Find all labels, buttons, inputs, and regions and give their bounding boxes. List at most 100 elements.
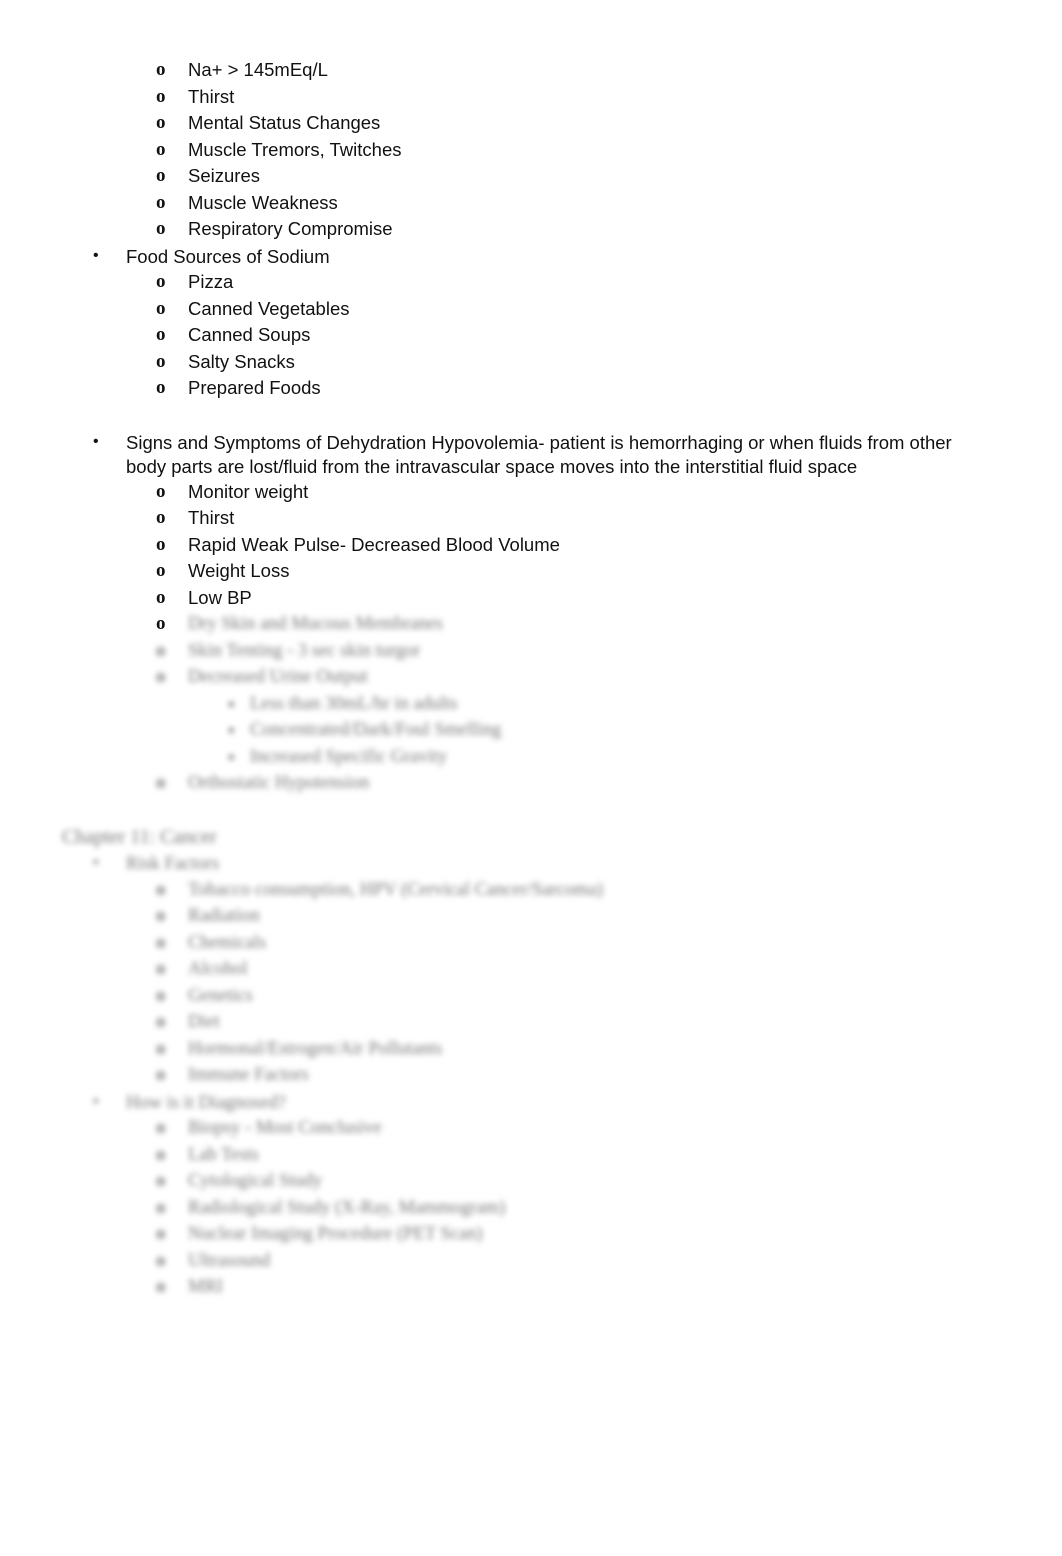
list-item: o Diet xyxy=(0,1009,1062,1036)
list-item: o Rapid Weak Pulse- Decreased Blood Volum… xyxy=(0,532,1062,559)
bullet-icon: o xyxy=(156,666,166,687)
list-item: • Food Sources of Sodium xyxy=(0,243,1062,270)
bullet-icon: o xyxy=(156,772,166,793)
bullet-icon: o xyxy=(156,191,166,213)
list-item: o Alcohol xyxy=(0,956,1062,983)
list-item-text: Canned Soups xyxy=(188,324,311,345)
list-item-text: Na+ > 145mEq/L xyxy=(188,59,328,80)
list-item: o Pizza xyxy=(0,269,1062,296)
bullet-icon: o xyxy=(156,905,166,926)
list-item-text: Radiation xyxy=(188,906,260,926)
list-item-text: Muscle Weakness xyxy=(188,191,338,213)
bullet-icon: o xyxy=(156,507,166,528)
list-item: o Hormonal/Estrogen/Air Pollutants xyxy=(0,1036,1062,1063)
bullet-icon: o xyxy=(156,1196,166,1218)
bullet-icon: • xyxy=(93,1092,99,1110)
list-item-text: Pizza xyxy=(188,271,234,292)
bullet-icon: o xyxy=(156,324,166,345)
list-item: o Chemicals xyxy=(0,930,1062,957)
list-item-text: Respiratory Compromise xyxy=(188,218,393,239)
list-item-text: Thirst xyxy=(188,507,235,528)
list-item: o Monitor weight xyxy=(0,479,1062,506)
list-item-text: Low BP xyxy=(188,586,252,608)
list-item: o Respiratory Compromise xyxy=(0,216,1062,243)
bullet-icon: o xyxy=(156,165,166,186)
list-item: o Biopsy - Most Conclusive xyxy=(0,1115,1062,1142)
list-item-text: Seizures xyxy=(188,165,260,186)
list-item: o Genetics xyxy=(0,983,1062,1010)
bullet-icon: o xyxy=(156,377,166,398)
list-item-text: Concentrated/Dark/Foul Smelling xyxy=(250,720,502,740)
list-item-text: Salty Snacks xyxy=(188,350,295,372)
bullet-icon: o xyxy=(156,1276,166,1297)
list-item-text: Canned Vegetables xyxy=(188,297,350,319)
bullet-icon: o xyxy=(156,639,166,661)
list-item: o Immune Factors xyxy=(0,1062,1062,1089)
bullet-icon: • xyxy=(93,854,99,871)
section-heading: Chapter 11: Cancer xyxy=(0,824,1062,851)
bullet-icon: • xyxy=(93,432,99,450)
bullet-icon: o xyxy=(156,878,166,900)
list-item: o Seizures xyxy=(0,163,1062,190)
list-item-text: Decreased Urine Output xyxy=(188,667,368,687)
list-item-text: Biopsy - Most Conclusive xyxy=(188,1118,382,1138)
list-item-text: Thirst xyxy=(188,85,235,107)
bullet-icon: o xyxy=(156,931,166,953)
list-item: o Lab Tests xyxy=(0,1142,1062,1169)
list-item-text: How is it Diagnosed? xyxy=(126,1092,286,1113)
list-item: o Weight Loss xyxy=(0,558,1062,585)
list-item-text: Lab Tests xyxy=(188,1144,259,1165)
bullet-icon: o xyxy=(156,533,166,555)
list-item-text: Food Sources of Sodium xyxy=(126,245,330,267)
list-item: ▪ Increased Specific Gravity xyxy=(0,744,1062,771)
bullet-icon: o xyxy=(156,138,166,160)
list-item: o Low BP xyxy=(0,585,1062,612)
list-item-text: Skin Tenting - 3 sec skin turgor xyxy=(188,640,421,661)
list-item-text: Genetics xyxy=(188,985,253,1006)
document-body: o Na+ > 145mEq/L o Thirst o Mental Status Cha… xyxy=(0,57,1062,1301)
list-item-text: Orthostatic Hypotension xyxy=(188,773,370,793)
bullet-icon: o xyxy=(156,586,166,608)
bullet-icon: o xyxy=(156,560,166,581)
list-item: o Canned Vegetables xyxy=(0,296,1062,323)
list-item: o Decreased Urine Output xyxy=(0,664,1062,691)
bullet-icon: o xyxy=(156,1011,166,1032)
list-item-text: Risk Factors xyxy=(126,854,220,874)
bullet-icon: o xyxy=(156,271,166,292)
list-item-text: Weight Loss xyxy=(188,560,290,581)
list-item: • Risk Factors xyxy=(0,850,1062,877)
list-item-text: Muscle Tremors, Twitches xyxy=(188,138,402,160)
list-item: o Radiation xyxy=(0,903,1062,930)
list-item-text: Hormonal/Estrogen/Air Pollutants xyxy=(188,1038,443,1059)
list-item: • Signs and Symptoms of Dehydration Hypov… xyxy=(0,429,1062,479)
list-item-text: Chemicals xyxy=(188,932,267,953)
list-item: o Skin Tenting - 3 sec skin turgor xyxy=(0,638,1062,665)
list-item: o Prepared Foods xyxy=(0,375,1062,402)
list-item-text: Prepared Foods xyxy=(188,377,321,398)
bullet-icon: o xyxy=(156,1223,166,1244)
list-item: o Tobacco consumption, HPV (Cervical Canc… xyxy=(0,877,1062,904)
list-item: o Canned Soups xyxy=(0,322,1062,349)
bullet-icon: o xyxy=(156,958,166,979)
bullet-icon: o xyxy=(156,1037,166,1059)
list-item-text: MRI xyxy=(188,1277,223,1297)
list-item-text: Radiological Study (X-Ray, Mammogram) xyxy=(188,1197,506,1218)
bullet-icon: o xyxy=(156,1249,166,1271)
list-item-text: Monitor weight xyxy=(188,480,309,502)
bullet-icon: o xyxy=(156,984,166,1006)
list-item: ▪ Less than 30mL/hr in adults xyxy=(0,691,1062,718)
list-item: o Cytological Study xyxy=(0,1168,1062,1195)
bullet-icon: o xyxy=(156,480,166,502)
bullet-icon: o xyxy=(156,1064,166,1085)
list-item-text: Dry Skin and Mucous Membranes xyxy=(188,614,443,634)
list-item: o MRI xyxy=(0,1274,1062,1301)
bullet-icon: o xyxy=(156,59,166,80)
list-item-text: Tobacco consumption, HPV (Cervical Cance… xyxy=(188,879,604,900)
bullet-icon: o xyxy=(156,1170,166,1191)
bullet-icon: o xyxy=(156,350,166,372)
list-item-text: Immune Factors xyxy=(188,1065,309,1085)
list-item: o Ultrasound xyxy=(0,1248,1062,1275)
bullet-icon: o xyxy=(156,85,166,107)
list-item: o Dry Skin and Mucous Membranes xyxy=(0,611,1062,638)
bullet-icon: o xyxy=(156,1117,166,1138)
